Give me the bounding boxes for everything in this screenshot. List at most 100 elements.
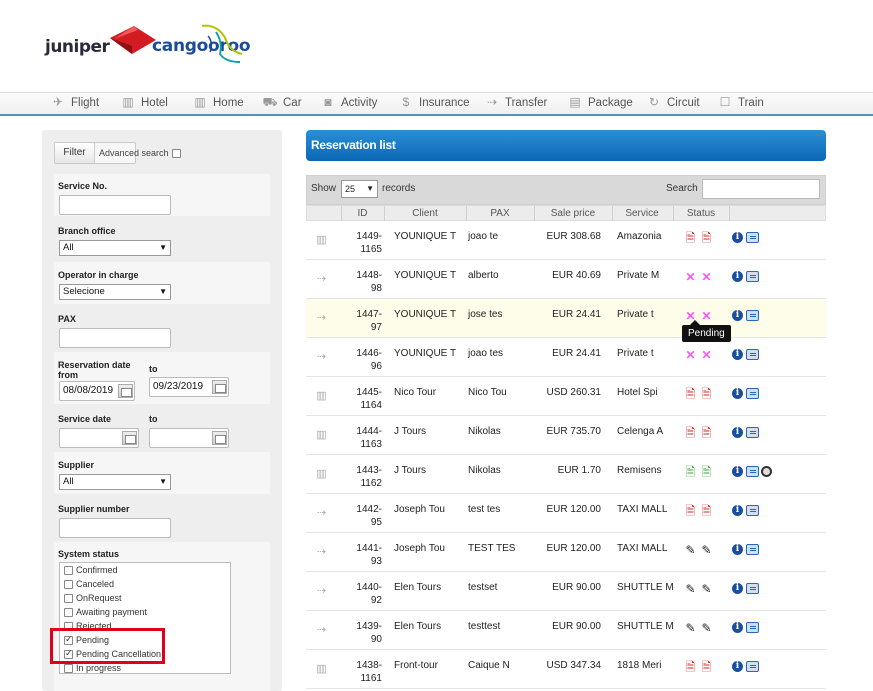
info-icon[interactable]: i (732, 427, 743, 438)
pending-x-icon[interactable]: ✕ (684, 270, 697, 284)
supplier-select[interactable]: All ▼ (59, 474, 171, 490)
status-checkbox-checked[interactable] (64, 648, 73, 659)
advanced-search-checkbox[interactable] (171, 148, 181, 158)
pdf-red-icon[interactable]: 🗎 (684, 387, 697, 401)
nav-insurance[interactable]: $ Insurance (398, 96, 470, 109)
table-row[interactable]: ⇢ 1442- 95 Joseph Tou test tes EUR 120.00 TAXI… (306, 494, 826, 533)
info-icon[interactable]: i (732, 661, 743, 672)
nav-package[interactable]: ▤ Package (567, 96, 632, 109)
reservation-id[interactable]: 1448- 98 (352, 269, 382, 295)
voucher-icon[interactable] (746, 427, 759, 438)
voucher-icon[interactable] (746, 232, 759, 243)
status-checkbox[interactable] (64, 663, 73, 673)
reservation-id[interactable]: 1439- 90 (352, 620, 382, 646)
nav-train[interactable]: ☐ Train (717, 96, 764, 109)
operator-select[interactable]: Selecione ▼ (59, 284, 171, 300)
calendar-icon[interactable] (118, 384, 133, 398)
pending-x-icon[interactable]: ✕ (684, 348, 697, 362)
branch-office-select[interactable]: All ▼ (59, 240, 171, 256)
table-row[interactable]: ⇢ 1440- 92 Elen Tours testset EUR 90.00 SHUTTL… (306, 572, 826, 611)
pending-x-icon[interactable]: ✕ (700, 309, 713, 323)
status-checkbox[interactable] (64, 593, 73, 603)
reservation-id[interactable]: 1446- 96 (352, 347, 382, 373)
status-option[interactable]: OnRequest (60, 591, 230, 605)
calendar-icon[interactable] (212, 380, 227, 394)
voucher-icon[interactable] (746, 661, 759, 672)
voucher-icon[interactable] (746, 505, 759, 516)
status-option[interactable]: In progress (60, 661, 230, 673)
pdf-red-icon[interactable]: 🗎 (700, 387, 713, 401)
pdf-red-icon[interactable]: 🗎 (684, 660, 697, 674)
table-row[interactable]: ▥ 1449- 1165 YOUNIQUE T joao te EUR 308.68 Ama… (306, 221, 826, 260)
voucher-icon[interactable] (746, 271, 759, 282)
status-checkbox[interactable] (64, 565, 73, 575)
column-header-client[interactable]: Client (384, 208, 466, 219)
table-row[interactable]: ⇢ 1447- 97 YOUNIQUE T jose tes EUR 24.41 Priva… (306, 299, 826, 338)
filter-button[interactable]: Filter (55, 143, 95, 163)
advanced-search-toggle[interactable]: Advanced search (99, 148, 181, 158)
reservation-id[interactable]: 1449- 1165 (352, 230, 382, 256)
pdf-red-icon[interactable]: 🗎 (684, 504, 697, 518)
voucher-icon[interactable] (746, 349, 759, 360)
status-option[interactable]: Canceled (60, 577, 230, 591)
nav-car[interactable]: ⛟ Car (262, 96, 301, 109)
edit-doc-icon[interactable]: ✎ (700, 621, 713, 635)
column-header-service[interactable]: Service (612, 208, 672, 219)
voucher-icon[interactable] (746, 388, 759, 399)
nav-activity[interactable]: ◙ Activity (320, 96, 377, 109)
nav-flight[interactable]: ✈ Flight (50, 96, 99, 109)
edit-doc-icon[interactable]: ✎ (684, 621, 697, 635)
reservation-date-to-input[interactable]: 09/23/2019 (149, 377, 229, 397)
reservation-id[interactable]: 1441- 93 (352, 542, 382, 568)
table-row[interactable]: ▥ 1445- 1164 Nico Tour Nico Tou USD 260.31 Hot… (306, 377, 826, 416)
pax-input[interactable] (59, 328, 171, 348)
pdf-red-icon[interactable]: 🗎 (700, 504, 713, 518)
reservation-id[interactable]: 1443- 1162 (352, 464, 382, 490)
info-icon[interactable]: i (732, 271, 743, 282)
edit-doc-icon[interactable]: ✎ (700, 543, 713, 557)
status-checkbox[interactable] (64, 607, 73, 617)
comment-icon[interactable] (761, 466, 772, 477)
column-header-sale-price[interactable]: Sale price (534, 208, 612, 219)
info-icon[interactable]: i (732, 583, 743, 594)
info-icon[interactable]: i (732, 505, 743, 516)
doc-green-icon[interactable]: 🗎 (684, 465, 697, 479)
pdf-red-icon[interactable]: 🗎 (700, 660, 713, 674)
info-icon[interactable]: i (732, 466, 743, 477)
reservation-id[interactable]: 1442- 95 (352, 503, 382, 529)
reservation-date-from-input[interactable]: 08/08/2019 (59, 381, 135, 401)
table-row[interactable]: ⇢ 1439- 90 Elen Tours testtest EUR 90.00 SHUTT… (306, 611, 826, 650)
info-icon[interactable]: i (732, 388, 743, 399)
table-row[interactable]: ⇢ 1446- 96 YOUNIQUE T joao tes EUR 24.41 Priva… (306, 338, 826, 377)
pdf-red-icon[interactable]: 🗎 (684, 426, 697, 440)
nav-transfer[interactable]: ⇢ Transfer (484, 96, 547, 109)
nav-hotel[interactable]: ▥ Hotel (120, 96, 168, 109)
reservation-id[interactable]: 1444- 1163 (352, 425, 382, 451)
reservation-id[interactable]: 1445- 1164 (352, 386, 382, 412)
table-row[interactable]: ⇢ 1441- 93 Joseph Tou TEST TES EUR 120.00 TAXI… (306, 533, 826, 572)
column-header-pax[interactable]: PAX (466, 208, 534, 219)
status-checkbox[interactable] (64, 621, 73, 631)
supplier-number-input[interactable] (59, 518, 171, 538)
pending-x-icon[interactable]: ✕ (700, 270, 713, 284)
doc-green-icon[interactable]: 🗎 (700, 465, 713, 479)
pdf-red-icon[interactable]: 🗎 (700, 426, 713, 440)
status-option[interactable]: Rejected (60, 619, 230, 633)
pdf-red-icon[interactable]: 🗎 (700, 231, 713, 245)
nav-circuit[interactable]: ↻ Circuit (646, 96, 700, 109)
status-option[interactable]: Confirmed (60, 563, 230, 577)
pdf-red-icon[interactable]: 🗎 (684, 231, 697, 245)
table-row[interactable]: ▥ 1444- 1163 J Tours Nikolas EUR 735.70 Celeng… (306, 416, 826, 455)
info-icon[interactable]: i (732, 544, 743, 555)
reservation-id[interactable]: 1438- 1161 (352, 659, 382, 685)
voucher-icon[interactable] (746, 310, 759, 321)
calendar-icon[interactable] (212, 431, 227, 445)
status-option[interactable]: Pending Cancellation (60, 647, 230, 661)
service-date-from-input[interactable] (59, 428, 139, 448)
voucher-icon[interactable] (746, 622, 759, 633)
edit-doc-icon[interactable]: ✎ (684, 543, 697, 557)
column-header-id[interactable]: ID (341, 208, 384, 219)
service-no-input[interactable] (59, 195, 171, 215)
table-row[interactable]: ▥ 1438- 1161 Front-tour Caique N USD 347.34 18… (306, 650, 826, 689)
edit-doc-icon[interactable]: ✎ (684, 582, 697, 596)
